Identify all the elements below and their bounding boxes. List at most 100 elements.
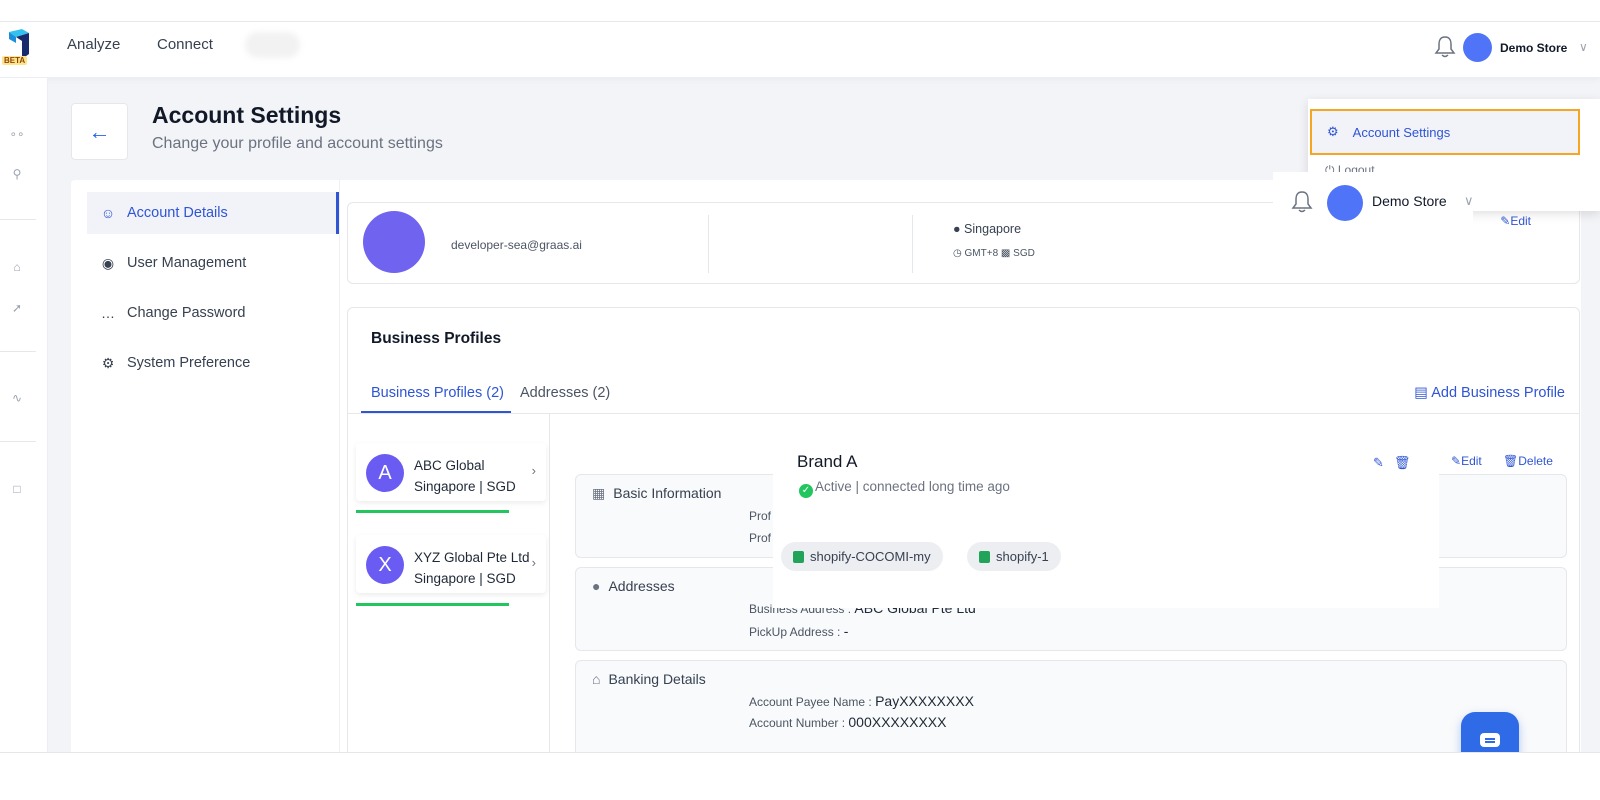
connected-text: connected long time ago	[862, 479, 1010, 494]
shopify-icon	[979, 550, 990, 563]
arrow-left-icon: ←	[88, 118, 111, 144]
page-title: Account Settings	[152, 102, 342, 128]
chevron-down-icon[interactable]: ∨	[1464, 193, 1474, 209]
add-label: Add Business Profile	[1431, 385, 1565, 401]
list-item[interactable]: A ABC Global Singapore | SGD ›	[356, 443, 546, 501]
analytics-icon[interactable]: ➚	[8, 301, 26, 319]
profile-name: XYZ Global Pte Ltd Singapore | SGD	[414, 547, 530, 589]
beta-badge: BETA	[2, 56, 28, 65]
store-icon[interactable]: ⌂	[8, 260, 26, 278]
currency-icon: ▩	[1000, 248, 1011, 259]
profile-region: Singapore | SGD	[414, 479, 516, 494]
back-button[interactable]: ←	[71, 103, 128, 160]
chevron-right-icon: ›	[531, 463, 536, 478]
location-text: Singapore	[964, 222, 1022, 236]
menu-user-management[interactable]: ◉ User Management	[87, 242, 339, 284]
menu-change-password[interactable]: … Change Password	[87, 292, 339, 334]
menu-label: User Management	[127, 255, 247, 271]
basic-info-row: Prof	[749, 531, 772, 545]
business-profiles-title: Business Profiles	[371, 330, 502, 347]
field-label: PickUp Address :	[749, 625, 841, 639]
basic-info-row: Prof	[749, 509, 772, 523]
nav-connect[interactable]: Connect	[157, 36, 213, 53]
bell-icon[interactable]	[1291, 189, 1313, 213]
edit-profile-button[interactable]: ✎Edit	[1500, 214, 1531, 228]
chat-icon	[1480, 733, 1500, 747]
bell-icon[interactable]	[1434, 34, 1456, 58]
dropdown-account-settings[interactable]: ⚙ Account Settings	[1310, 109, 1580, 155]
avatar[interactable]	[1327, 185, 1363, 221]
settings-menu: ☺ Account Details ◉ User Management … Ch…	[87, 192, 339, 392]
payee-row: Account Payee Name : PayXXXXXXXX	[749, 693, 974, 709]
profile-progress-bar	[356, 510, 509, 513]
tab-business-profiles[interactable]: Business Profiles (2)	[371, 385, 504, 401]
section-title: ● Addresses	[592, 578, 675, 594]
profile-name-text: ABC Global	[414, 458, 485, 473]
rail-divider	[0, 219, 36, 220]
divider	[912, 215, 913, 273]
section-title: ⌂ Banking Details	[592, 671, 706, 687]
password-dots-icon: …	[101, 305, 115, 321]
banking-details-section: ⌂ Banking Details Account Payee Name : Pa…	[575, 660, 1567, 752]
rail-divider	[0, 441, 36, 442]
channel-chip[interactable]: shopify-1	[967, 542, 1061, 571]
profile-timezone: ◷ GMT+8 ▩ SGD	[953, 248, 1035, 259]
content-divider	[339, 180, 340, 752]
field-value: -	[843, 623, 849, 639]
gear-sparkle-icon: ⚙	[101, 354, 115, 371]
menu-label: Change Password	[127, 305, 246, 321]
section-title-text: Basic Information	[613, 485, 722, 501]
list-item[interactable]: X XYZ Global Pte Ltd Singapore | SGD ›	[356, 535, 546, 593]
trend-icon[interactable]: ∿	[8, 391, 26, 409]
search-icon[interactable]: ⚲	[8, 167, 26, 185]
app-frame: BETA Analyze Connect Demo Store ∨ ∘∘ ⚲ ⌂…	[0, 21, 1600, 753]
profile-progress-bar	[356, 603, 509, 606]
section-title-text: Banking Details	[608, 671, 706, 687]
nav-analyze[interactable]: Analyze	[67, 36, 120, 53]
profile-avatar[interactable]	[363, 211, 425, 273]
store-add-icon: ▤	[1414, 385, 1428, 401]
connections-icon[interactable]: ∘∘	[8, 127, 26, 145]
section-title-text: Addresses	[608, 578, 675, 594]
document-icon[interactable]: □	[8, 482, 26, 500]
field-value: PayXXXXXXXX	[875, 693, 974, 709]
profile-region: Singapore | SGD	[414, 571, 516, 586]
channel-chip[interactable]: shopify-COCOMI-my	[781, 542, 943, 571]
profile-list: A ABC Global Singapore | SGD › X XYZ Glob…	[348, 414, 550, 752]
edit-label: Edit	[1510, 214, 1531, 228]
status-text: Active	[815, 479, 852, 494]
add-business-profile-button[interactable]: ▤ Add Business Profile	[1414, 385, 1565, 401]
field-label: Account Payee Name :	[749, 695, 872, 709]
chip-label: shopify-COCOMI-my	[810, 549, 931, 564]
menu-account-details[interactable]: ☺ Account Details	[87, 192, 339, 234]
page-subtitle: Change your profile and account settings	[152, 135, 443, 152]
clock-icon: ◷	[953, 248, 962, 259]
tab-addresses[interactable]: Addresses (2)	[520, 385, 610, 401]
divider	[708, 215, 709, 273]
chevron-down-icon[interactable]: ∨	[1579, 40, 1588, 54]
brand-actions: ✎🗑	[1373, 455, 1420, 471]
chat-button[interactable]	[1461, 712, 1519, 752]
profile-name-text: XYZ Global Pte Ltd	[414, 550, 530, 565]
store-name[interactable]: Demo Store	[1372, 193, 1447, 209]
left-rail: ∘∘ ⚲ ⌂ ➚ ∿ □	[0, 78, 48, 752]
menu-system-preference[interactable]: ⚙ System Preference	[87, 342, 339, 384]
currency-text: SGD	[1013, 248, 1035, 259]
brand-popup: Brand A ✓ Active | connected long time ag…	[773, 442, 1439, 608]
profile-email: developer-sea@graas.ai	[451, 238, 582, 252]
pencil-icon[interactable]: ✎	[1373, 455, 1394, 470]
store-popover: Demo Store ∨	[1273, 172, 1474, 230]
trash-icon[interactable]: 🗑	[1394, 455, 1421, 470]
delete-business-button[interactable]: 🗑Delete	[1503, 454, 1553, 468]
field-value: 000XXXXXXXX	[848, 714, 947, 730]
profile-name: ABC Global Singapore | SGD	[414, 455, 516, 497]
building-icon: ▦	[592, 485, 606, 501]
edit-business-button[interactable]: ✎Edit	[1451, 454, 1482, 468]
shopify-icon	[793, 550, 804, 563]
avatar[interactable]	[1463, 33, 1492, 62]
profile-location: ● Singapore	[953, 222, 1021, 236]
blurred-nav-item	[245, 32, 300, 58]
store-name[interactable]: Demo Store	[1500, 41, 1567, 55]
field-label: Account Number :	[749, 716, 846, 730]
profile-initial: X	[366, 546, 404, 584]
